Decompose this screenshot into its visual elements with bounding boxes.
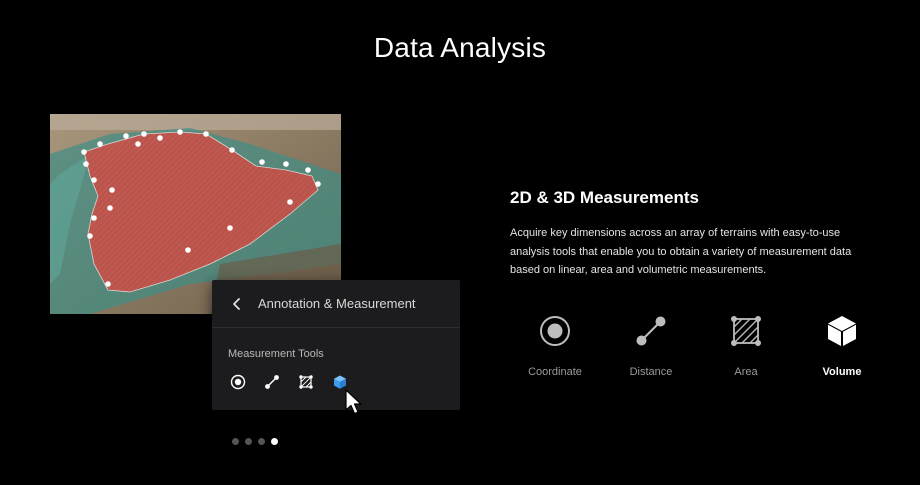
coordinate-label: Coordinate [528, 366, 582, 378]
coordinate-feature[interactable]: Coordinate [507, 312, 603, 378]
volume-label: Volume [822, 366, 862, 378]
volume-feature[interactable]: Volume [794, 312, 890, 378]
distance-feature[interactable]: Distance [603, 312, 699, 378]
area-label: Area [734, 366, 758, 378]
coordinate-icon [230, 374, 246, 390]
area-icon [299, 375, 313, 389]
area-tool-button[interactable] [298, 374, 314, 390]
pagination-dot-2[interactable] [245, 438, 252, 445]
feature-description: Acquire key dimensions across an array o… [510, 227, 852, 276]
measurement-tools-label: Measurement Tools [228, 348, 324, 360]
distance-icon [636, 316, 666, 346]
panel-header: Annotation & Measurement [212, 280, 460, 328]
area-feature[interactable]: Area [698, 312, 794, 378]
carousel-pagination [232, 438, 278, 445]
coordinate-icon [540, 316, 570, 346]
distance-label: Distance [629, 366, 673, 378]
distance-icon [265, 375, 279, 389]
page-title: Data Analysis [373, 32, 547, 63]
measurement-tool-row [230, 374, 348, 390]
distance-tool-button[interactable] [264, 374, 280, 390]
pagination-dot-1[interactable] [232, 438, 239, 445]
mouse-pointer-icon [345, 389, 362, 415]
pagination-dot-4[interactable] [271, 438, 278, 445]
coordinate-tool-button[interactable] [230, 374, 246, 390]
volume-icon [828, 316, 856, 346]
annotation-panel: Annotation & Measurement Measurement Too… [212, 280, 460, 410]
feature-title: 2D & 3D Measurements [510, 188, 699, 207]
panel-title: Annotation & Measurement [258, 296, 416, 311]
pagination-dot-3[interactable] [258, 438, 265, 445]
back-chevron-icon[interactable] [230, 297, 244, 311]
area-icon [731, 316, 761, 346]
